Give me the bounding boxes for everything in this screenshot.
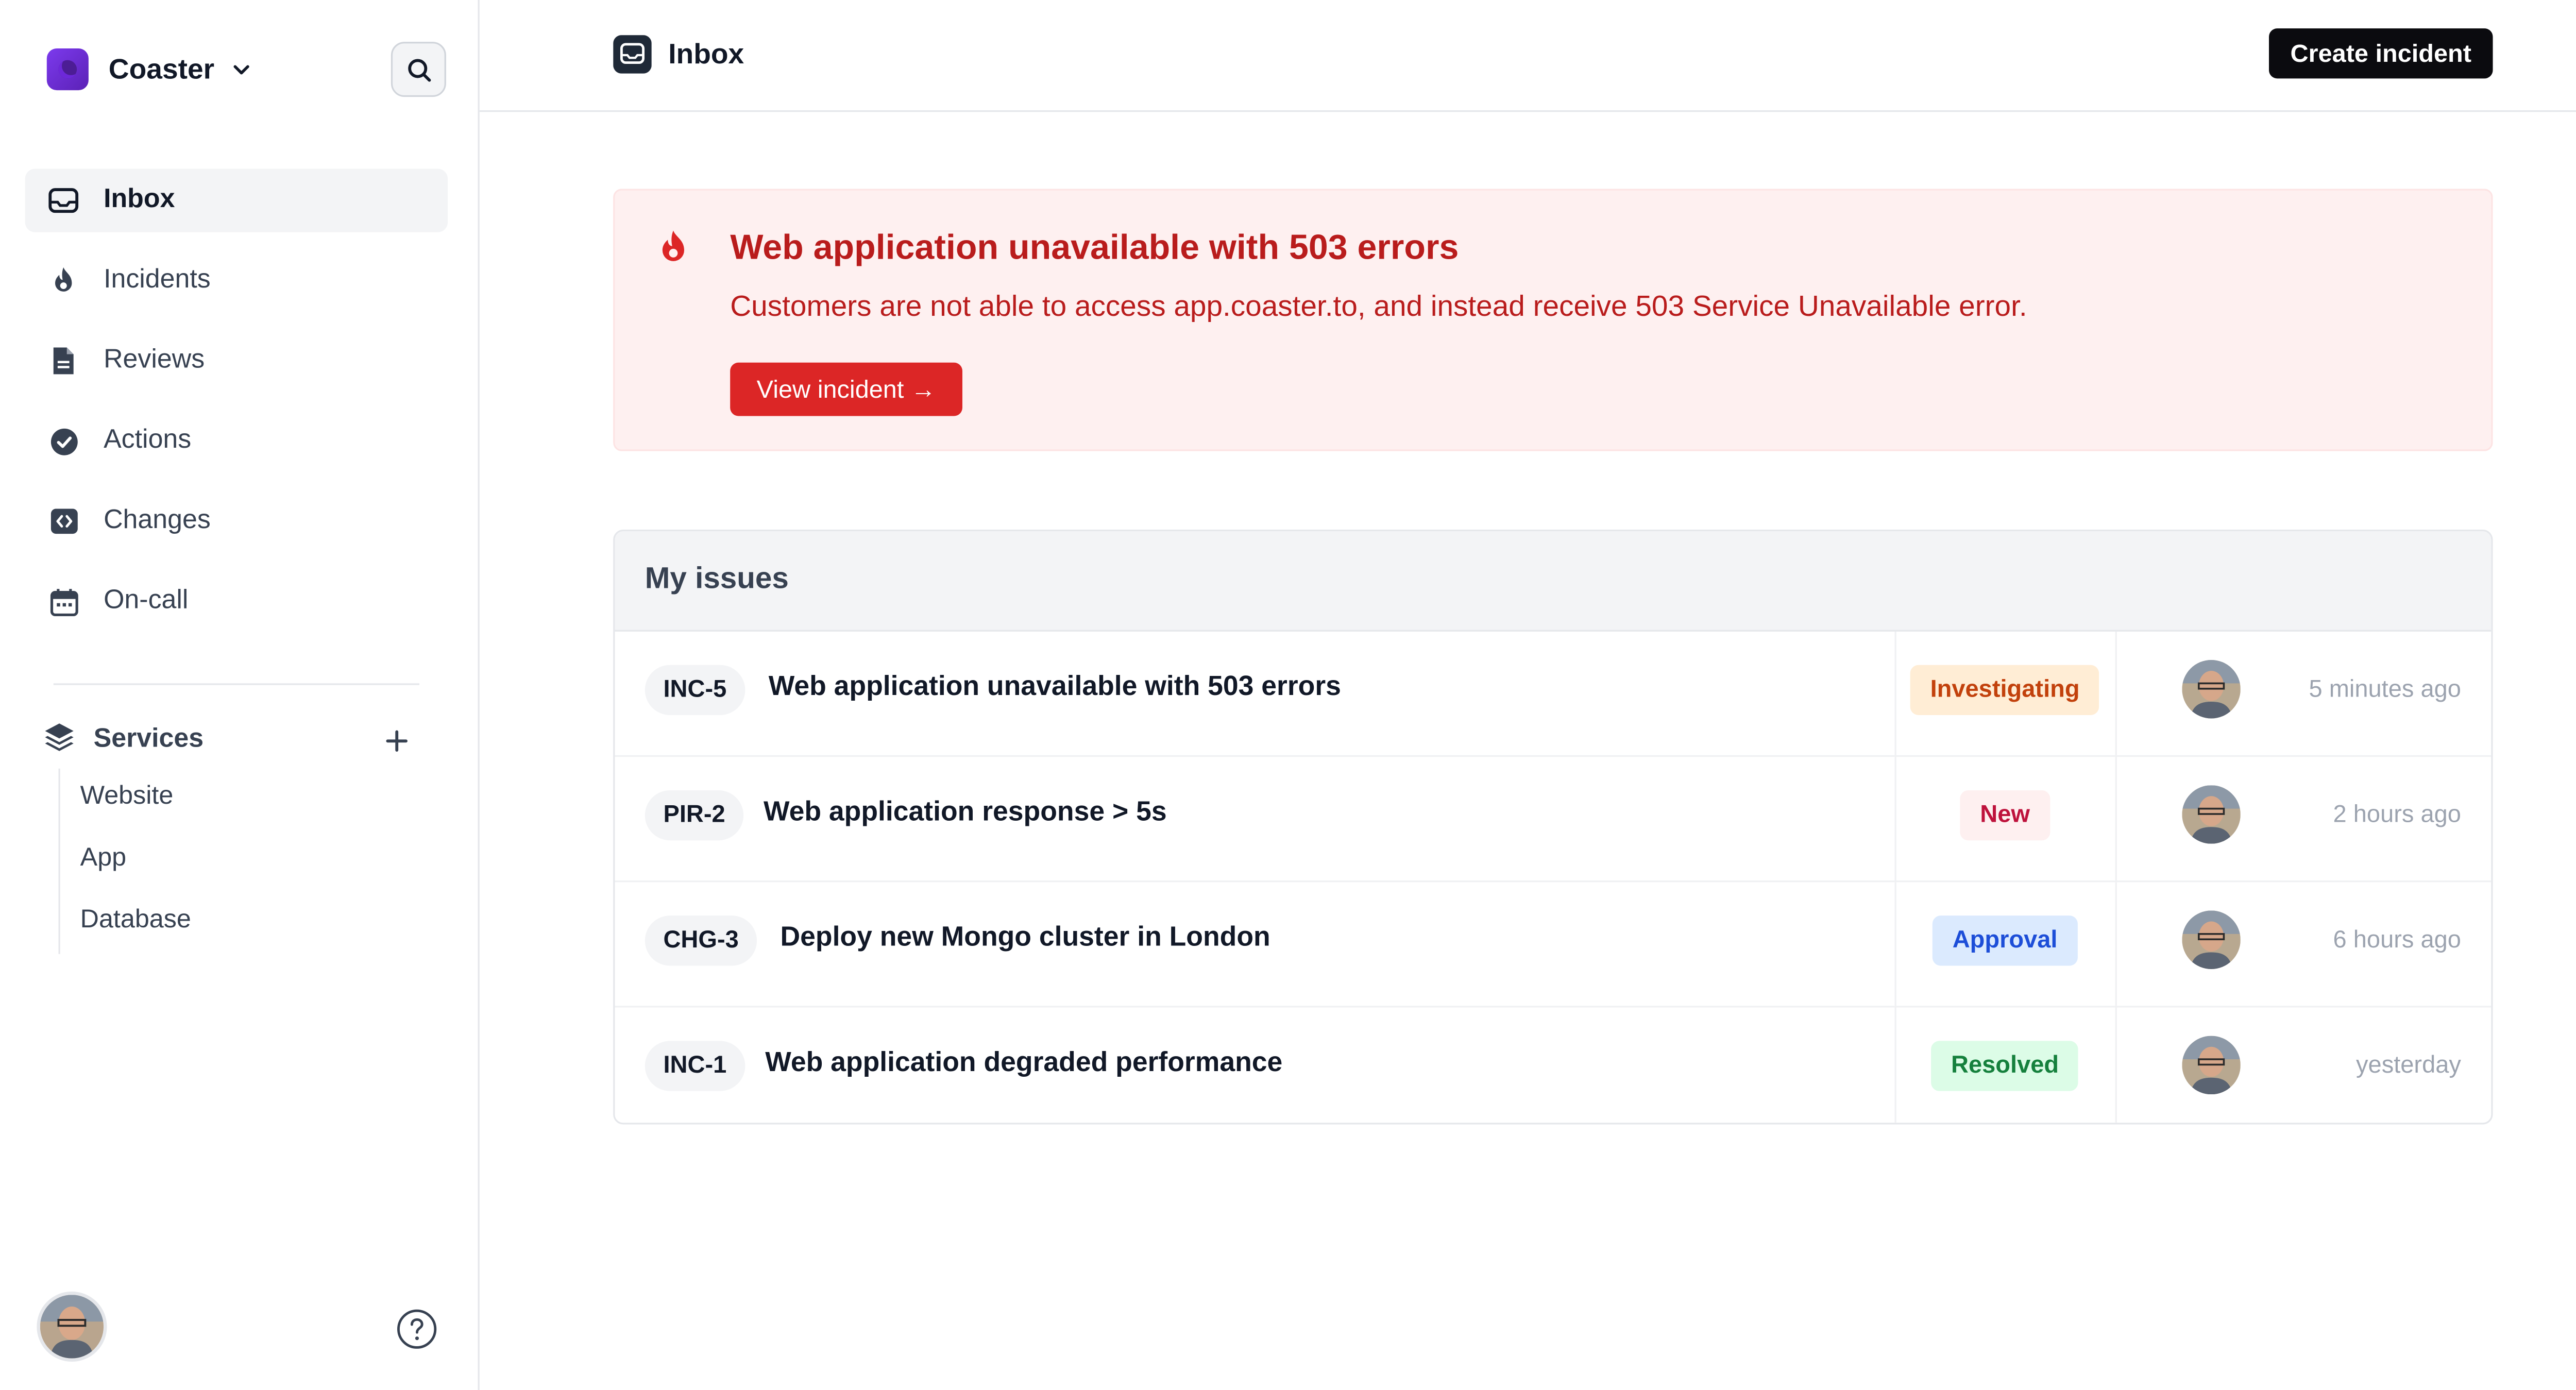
column-separator <box>1894 882 1896 1006</box>
column-separator <box>2115 1007 2117 1123</box>
table-row[interactable]: INC-1 Web application degraded performan… <box>615 1007 2491 1123</box>
search-icon <box>407 58 430 81</box>
plus-icon <box>385 729 407 751</box>
flame-icon <box>656 229 690 265</box>
status-badge: Resolved <box>1931 1041 2079 1091</box>
issue-time: 5 minutes ago <box>2309 676 2461 704</box>
calendar-icon <box>48 586 78 616</box>
inbox-icon <box>48 185 79 215</box>
sidebar-item-label: Incidents <box>104 265 211 294</box>
my-issues-card: My issues INC-5 Web application unavaila… <box>613 530 2493 1125</box>
chevron-down-icon <box>231 59 253 80</box>
issue-time: 6 hours ago <box>2333 927 2461 954</box>
issue-title: Web application response > 5s <box>764 796 1167 827</box>
user-avatar[interactable] <box>37 1291 107 1362</box>
workspace-name: Coaster <box>108 53 215 84</box>
services-label: Services <box>93 725 204 754</box>
sidebar-item-incidents[interactable]: Incidents <box>25 249 448 312</box>
column-separator <box>2115 882 2117 1006</box>
column-separator <box>1894 631 1896 755</box>
status-badge: Approval <box>1932 916 2078 966</box>
add-service-button[interactable] <box>381 725 411 755</box>
search-button[interactable] <box>391 42 446 97</box>
sidebar-item-inbox[interactable]: Inbox <box>25 168 448 232</box>
table-row[interactable]: CHG-3 Deploy new Mongo cluster in London… <box>615 882 2492 1008</box>
avatar <box>2182 910 2241 969</box>
help-button[interactable] <box>396 1308 438 1350</box>
sidebar-item-label: Inbox <box>104 185 175 214</box>
active-incident-banner: Web application unavailable with 503 err… <box>613 189 2493 451</box>
avatar <box>2182 785 2241 844</box>
document-icon <box>48 346 78 376</box>
help-icon <box>397 1309 437 1349</box>
table-row[interactable]: INC-5 Web application unavailable with 5… <box>615 631 2492 757</box>
code-square-icon <box>48 506 78 536</box>
services-header: Services <box>43 722 411 758</box>
check-circle-icon <box>48 426 78 456</box>
sidebar: Coaster Inbox Incidents Reviews Actions … <box>0 0 480 1390</box>
issue-title: Web application degraded performance <box>765 1047 1283 1078</box>
sidebar-divider <box>53 683 419 685</box>
issue-ref-badge: CHG-3 <box>645 916 757 966</box>
my-issues-title: My issues <box>645 561 789 595</box>
sidebar-item-reviews[interactable]: Reviews <box>25 329 448 393</box>
sidebar-item-actions[interactable]: Actions <box>25 410 448 473</box>
column-separator <box>1894 1007 1896 1123</box>
alert-description: Customers are not able to access app.coa… <box>730 289 2027 323</box>
issue-time: yesterday <box>2356 1053 2461 1079</box>
service-item-database[interactable]: Database <box>60 892 191 954</box>
column-separator <box>2115 631 2117 755</box>
alert-title: Web application unavailable with 503 err… <box>730 229 1459 267</box>
issue-title: Web application unavailable with 503 err… <box>768 671 1341 702</box>
issue-ref-badge: INC-1 <box>645 1041 745 1091</box>
table-row[interactable]: PIR-2 Web application response > 5s New … <box>615 757 2492 883</box>
flame-icon <box>48 266 78 296</box>
inbox-icon <box>613 35 652 74</box>
avatar <box>2182 1036 2241 1095</box>
sidebar-item-changes[interactable]: Changes <box>25 489 448 553</box>
workspace-switcher[interactable]: Coaster <box>46 48 253 91</box>
avatar <box>2182 659 2241 719</box>
page-title: Inbox <box>668 38 744 71</box>
sidebar-item-label: On-call <box>104 586 189 615</box>
column-separator <box>2115 757 2117 881</box>
sidebar-item-label: Reviews <box>104 346 205 375</box>
issue-ref-badge: INC-5 <box>645 665 745 716</box>
issue-title: Deploy new Mongo cluster in London <box>780 922 1270 953</box>
service-item-website[interactable]: Website <box>60 769 191 830</box>
workspace-logo <box>46 48 89 91</box>
sidebar-item-label: Actions <box>104 426 192 455</box>
issue-time: 2 hours ago <box>2333 802 2461 829</box>
column-separator <box>1894 757 1896 881</box>
issue-ref-badge: PIR-2 <box>645 790 744 841</box>
status-badge: New <box>1960 790 2050 841</box>
services-list: Website App Database <box>58 768 191 954</box>
sidebar-item-label: Changes <box>104 506 211 535</box>
sidebar-nav: Inbox Incidents Reviews Actions Changes … <box>25 168 448 650</box>
status-badge: Investigating <box>1910 665 2100 716</box>
create-incident-button[interactable]: Create incident <box>2268 28 2493 79</box>
top-header: Inbox Create incident <box>479 0 2576 112</box>
my-issues-header: My issues <box>615 531 2492 632</box>
layers-icon <box>43 721 75 759</box>
sidebar-item-on-call[interactable]: On-call <box>25 570 448 633</box>
service-item-app[interactable]: App <box>60 830 191 892</box>
view-incident-button[interactable]: View incident → <box>730 362 962 416</box>
